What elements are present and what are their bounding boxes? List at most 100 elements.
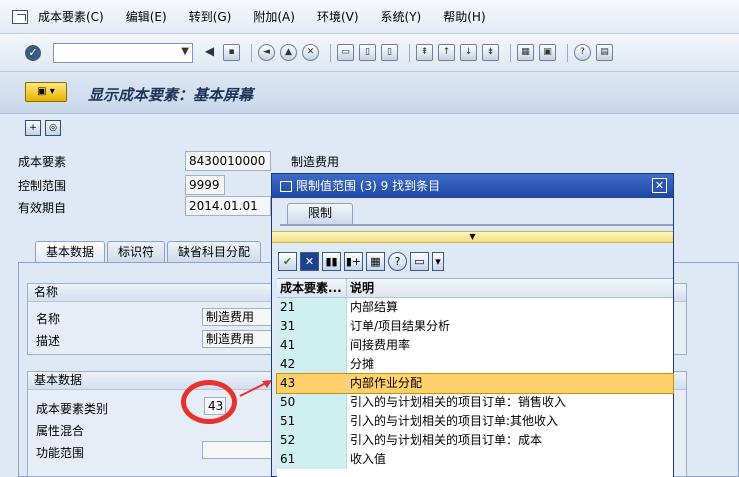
- first-page-icon[interactable]: ⇞: [416, 44, 433, 61]
- name-label: 名称: [36, 312, 61, 326]
- row-code: 51: [277, 412, 347, 431]
- window-menu-icon[interactable]: [12, 9, 28, 24]
- row-code: 41: [277, 336, 347, 355]
- last-page-icon[interactable]: ⇟: [482, 44, 499, 61]
- title-bar: ▣ ▾ 显示成本要素：基本屏幕: [0, 72, 739, 114]
- layout-menu-icon[interactable]: ▤: [596, 44, 613, 61]
- menu-extras[interactable]: 附加(A): [253, 8, 295, 25]
- description-field[interactable]: 制造费用: [202, 330, 282, 348]
- sort-icon[interactable]: ▦: [366, 251, 385, 271]
- help-icon[interactable]: ?: [574, 44, 591, 61]
- expand-restrictions-bar[interactable]: ▼: [272, 231, 673, 243]
- close-icon[interactable]: ✕: [652, 178, 667, 193]
- row-description: 引入的与计划相关的项目订单：成本: [350, 433, 543, 447]
- other-cost-element-icon[interactable]: +: [25, 120, 41, 136]
- tab-basic-data[interactable]: 基本数据: [35, 241, 106, 263]
- tab-strip: 基本数据 标识符 缺省科目分配: [35, 241, 263, 263]
- find-icon[interactable]: ▮▮: [322, 251, 341, 271]
- dialog-title: 限制值范围 (3) 9 找到条目: [296, 179, 441, 193]
- dialog-toolbar: ✔ ✕ ▮▮ ▮+ ▦ ? ▭ ▾: [278, 250, 447, 272]
- display-document-icon[interactable]: ◎: [45, 120, 61, 136]
- toolbar-divider: [567, 43, 568, 62]
- tab-restrictions[interactable]: 限制: [287, 203, 353, 224]
- application-toolbar: + ◎: [0, 114, 739, 142]
- gui-actions-button[interactable]: ▣ ▾: [25, 82, 67, 102]
- back-arrow-icon[interactable]: ◀: [201, 44, 218, 61]
- menu-dropdown-icon[interactable]: ▾: [432, 251, 444, 271]
- controlling-area-field[interactable]: 9999: [185, 175, 225, 195]
- cost-element-field[interactable]: 8430010000: [185, 151, 271, 171]
- cancel-x-icon[interactable]: ✕: [300, 251, 319, 271]
- cost-element-label: 成本要素: [18, 155, 67, 169]
- description-label: 描述: [36, 334, 61, 348]
- list-item[interactable]: 51 引入的与计划相关的项目订单:其他收入: [277, 412, 673, 431]
- exit-icon[interactable]: ▲: [280, 44, 297, 61]
- list-item[interactable]: 42 分摊: [277, 355, 673, 374]
- print-icon[interactable]: ▭: [337, 44, 354, 61]
- valid-from-label: 有效期自: [18, 201, 67, 215]
- attribute-mix-label: 属性混合: [36, 424, 85, 438]
- row-description: 内部作业分配: [350, 376, 423, 390]
- row-code: 21: [277, 298, 347, 317]
- column-header-description[interactable]: 说明: [347, 279, 673, 297]
- list-item[interactable]: 52 引入的与计划相关的项目订单：成本: [277, 431, 673, 450]
- page-title: 显示成本要素：基本屏幕: [88, 86, 254, 104]
- find-next-icon[interactable]: ▮+: [344, 251, 363, 271]
- dialog-window-icon: [280, 180, 292, 192]
- list-rows: 21 内部结算 31 订单/项目结果分析 41 间接费用率 42 分摊 43 内部作业分配 50 引入…: [276, 298, 674, 469]
- menu-help[interactable]: 帮助(H): [443, 8, 485, 25]
- row-description: 间接费用率: [350, 338, 411, 352]
- row-description: 引入的与计划相关的项目订单:其他收入: [350, 414, 559, 428]
- enter-icon[interactable]: ✓: [25, 44, 41, 61]
- help-icon[interactable]: ?: [388, 251, 407, 271]
- row-description: 订单/项目结果分析: [350, 319, 451, 333]
- row-code: 42: [277, 355, 347, 374]
- new-session-icon[interactable]: ▦: [517, 44, 534, 61]
- cost-element-description: 制造费用: [291, 155, 340, 169]
- list-item[interactable]: 50 引入的与计划相关的项目订单：销售收入: [277, 393, 673, 412]
- name-field[interactable]: 制造费用: [202, 308, 282, 326]
- menu-goto[interactable]: 转到(G): [189, 8, 232, 25]
- tab-indicators[interactable]: 标识符: [107, 241, 166, 263]
- controlling-area-label: 控制范围: [18, 179, 67, 193]
- menu-system[interactable]: 系统(Y): [381, 8, 422, 25]
- tab-default-account-assignment[interactable]: 缺省科目分配: [167, 241, 262, 263]
- find-next-icon[interactable]: ▯: [381, 44, 398, 61]
- command-field[interactable]: ▼: [53, 42, 193, 63]
- highlight-arrow-icon: [239, 380, 272, 397]
- cancel-icon[interactable]: ✕: [302, 44, 319, 61]
- row-description: 收入值: [350, 452, 387, 466]
- shortcut-icon[interactable]: ▣: [539, 44, 556, 61]
- list-item[interactable]: 31 订单/项目结果分析: [277, 317, 673, 336]
- column-header-code[interactable]: 成本要素...: [277, 279, 347, 297]
- find-icon[interactable]: ▯: [359, 44, 376, 61]
- list-item[interactable]: 21 内部结算: [277, 298, 673, 317]
- functional-area-field[interactable]: [202, 441, 282, 459]
- toolbar-divider: [409, 43, 410, 62]
- highlight-circle: [181, 380, 237, 424]
- toolbar-divider: [330, 43, 331, 62]
- row-code: 43: [277, 374, 347, 393]
- row-description: 引入的与计划相关的项目订单：销售收入: [350, 395, 567, 409]
- menu-cost-element[interactable]: 成本要素(C): [38, 8, 104, 25]
- next-page-icon[interactable]: ↓: [460, 44, 477, 61]
- menu-edit[interactable]: 编辑(E): [126, 8, 167, 25]
- value-help-dialog: 限制值范围 (3) 9 找到条目 ✕ 限制 ▼ ✔ ✕ ▮▮ ▮+ ▦ ? ▭ …: [271, 173, 674, 477]
- tab-underline: [280, 224, 673, 226]
- toolbar-divider: [510, 43, 511, 62]
- list-item[interactable]: 41 间接费用率: [277, 336, 673, 355]
- save-icon[interactable]: ▪: [223, 44, 240, 61]
- back-icon[interactable]: ◄: [258, 44, 275, 61]
- continue-check-icon[interactable]: ✔: [278, 251, 297, 271]
- standard-toolbar: ✓ ▼ ◀ ▪ ◄ ▲ ✕ ▭ ▯ ▯ ⇞ ↑ ↓ ⇟ ▦ ▣ ? ▤: [0, 34, 739, 72]
- list-item[interactable]: 43 内部作业分配: [276, 373, 674, 394]
- chevron-down-icon[interactable]: ▼: [181, 46, 189, 57]
- list-item[interactable]: 61 收入值: [277, 450, 673, 469]
- previous-page-icon[interactable]: ↑: [438, 44, 455, 61]
- row-code: 31: [277, 317, 347, 336]
- menu-environment[interactable]: 环境(V): [317, 8, 359, 25]
- print-icon[interactable]: ▭: [410, 251, 429, 271]
- valid-from-field[interactable]: 2014.01.01: [185, 196, 271, 216]
- toolbar-divider: [251, 43, 252, 62]
- row-code: 61: [277, 450, 347, 469]
